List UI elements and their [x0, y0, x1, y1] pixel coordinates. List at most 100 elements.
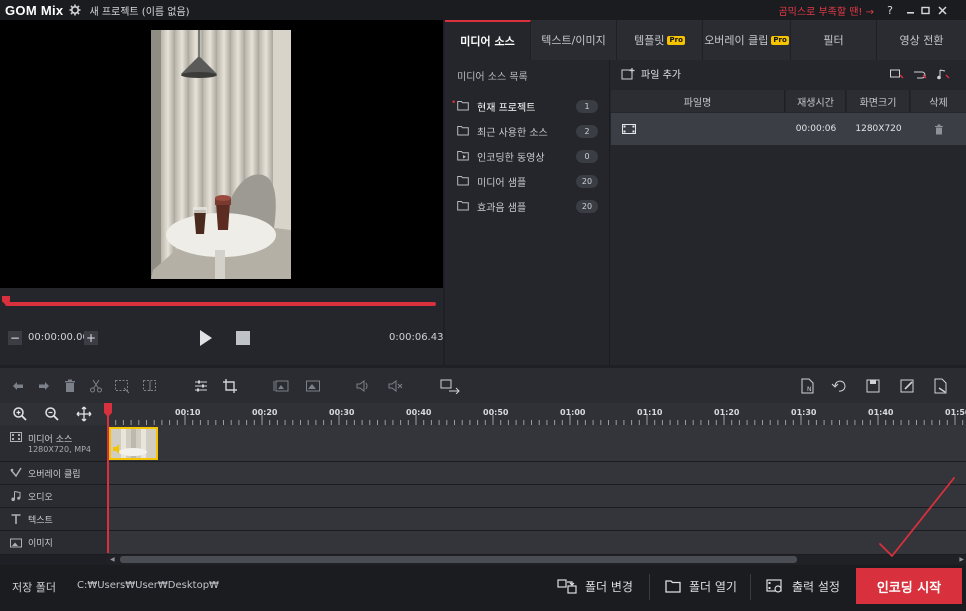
track-row-media[interactable] — [108, 425, 966, 462]
track-row-image[interactable] — [108, 531, 966, 555]
source-item-media-sample[interactable]: 미디어 샘플 20 — [445, 169, 610, 194]
seek-bar[interactable]: − 00:00:00.00 + 0:00:06.43 — [0, 288, 443, 365]
track-label: 오디오 — [28, 493, 53, 503]
zoom-out-icon[interactable] — [44, 406, 60, 422]
tab-text-image[interactable]: 텍스트/이미지 — [531, 20, 617, 60]
save-as-icon[interactable] — [899, 378, 915, 394]
source-item-count: 1 — [576, 100, 598, 113]
save-project-icon[interactable] — [865, 378, 881, 394]
stop-icon[interactable] — [236, 331, 250, 345]
insert-image-icon[interactable] — [305, 378, 321, 394]
track-row-text[interactable] — [108, 508, 966, 531]
column-header-size[interactable]: 화면크기 — [847, 90, 910, 112]
tab-template[interactable]: 템플릿 Pro — [617, 20, 703, 60]
delete-icon[interactable] — [62, 378, 78, 394]
undo-icon[interactable] — [10, 378, 26, 394]
maximize-icon — [920, 6, 930, 14]
change-folder-icon — [557, 579, 577, 594]
minimize-icon — [906, 11, 914, 14]
column-header-filename[interactable]: 파일명 — [611, 90, 785, 112]
media-clip[interactable] — [109, 427, 158, 460]
file-row[interactable]: 00:00:06 1280X720 — [611, 113, 966, 145]
source-list: 미디어 소스 목록 • 현재 프로젝트 1 최근 사용한 소스 2 인코딩한 동… — [445, 60, 610, 365]
select-region-icon[interactable] — [114, 378, 130, 394]
text-icon — [11, 514, 21, 524]
folder-icon — [457, 176, 469, 186]
tab-label: 텍스트/이미지 — [541, 34, 606, 47]
add-video-icon[interactable] — [890, 69, 904, 80]
track-label-media[interactable]: 미디어 소스 1280X720, MP4 — [0, 425, 108, 462]
upgrade-notice-link[interactable]: 곰믹스로 부족할 땐! → — [778, 3, 874, 18]
source-item-label: 인코딩한 동영상 — [477, 153, 545, 164]
open-folder-label: 폴더 열기 — [689, 579, 737, 594]
add-music-icon[interactable] — [936, 69, 950, 80]
close-button[interactable] — [934, 2, 950, 18]
ruler-label: 00:30 — [329, 408, 355, 417]
tab-label: 필터 — [823, 34, 844, 47]
delete-file-button[interactable] — [911, 113, 966, 145]
source-item-current-project[interactable]: • 현재 프로젝트 1 — [445, 94, 610, 119]
column-header-duration[interactable]: 재생시간 — [786, 90, 846, 112]
redo-icon[interactable] — [36, 378, 52, 394]
track-row-audio[interactable] — [108, 485, 966, 508]
track-row-overlay[interactable] — [108, 462, 966, 485]
zoom-in-icon[interactable] — [12, 406, 28, 422]
tab-transition[interactable]: 영상 전환 — [877, 20, 966, 60]
source-item-encoded[interactable]: 인코딩한 동영상 0 — [445, 144, 610, 169]
mute-icon[interactable] — [387, 378, 403, 394]
close-icon — [937, 5, 947, 15]
change-folder-button[interactable]: 폴더 변경 — [557, 565, 633, 607]
gear-icon[interactable] — [69, 4, 81, 16]
open-project-icon[interactable] — [831, 378, 847, 394]
seek-track[interactable] — [5, 302, 436, 306]
open-folder-button[interactable]: 폴더 열기 — [665, 565, 737, 607]
divider — [750, 574, 751, 600]
column-header-delete: 삭제 — [911, 90, 966, 112]
insert-image-left-icon[interactable] — [273, 378, 289, 394]
tab-media-source[interactable]: 미디어 소스 — [445, 20, 531, 60]
maximize-button[interactable] — [917, 2, 933, 18]
output-settings-icon — [766, 578, 782, 593]
ruler-label: 00:10 — [175, 408, 201, 417]
ruler-label: 00:50 — [483, 408, 509, 417]
tab-overlay-clip[interactable]: 오버레이 클립 Pro — [703, 20, 791, 60]
playhead-line[interactable] — [107, 403, 109, 553]
timecode-increment-button[interactable]: + — [84, 331, 98, 345]
source-item-sfx-sample[interactable]: 효과음 샘플 20 — [445, 194, 610, 219]
video-preview[interactable]: − 00:00:00.00 + 0:00:06.43 — [0, 20, 443, 365]
timecode-decrement-button[interactable]: − — [8, 331, 22, 345]
title-bar: GOM Mix 새 프로젝트 (이름 없음) 곰믹스로 부족할 땐! → ? — [0, 0, 966, 20]
file-size: 1280X720 — [855, 124, 902, 134]
split-clip-icon[interactable] — [142, 378, 158, 394]
track-label-text[interactable]: 텍스트 — [0, 508, 108, 531]
film-icon — [622, 124, 636, 134]
timeline-scrollbar-thumb[interactable] — [120, 556, 797, 563]
bottom-bar: 저장 폴더 C:₩Users₩User₩Desktop₩ 폴더 변경 폴더 열기… — [0, 565, 966, 611]
play-icon[interactable] — [199, 329, 213, 347]
pro-badge: Pro — [667, 35, 685, 45]
track-label-image[interactable]: 이미지 — [0, 531, 108, 555]
encode-start-button[interactable]: 인코딩 시작 — [856, 568, 962, 604]
trash-icon — [934, 124, 943, 134]
track-label-audio[interactable]: 오디오 — [0, 485, 108, 508]
crop-icon[interactable] — [222, 378, 238, 394]
folder-icon — [665, 580, 681, 593]
source-item-label: 미디어 샘플 — [477, 178, 527, 189]
audio-extract-icon[interactable] — [440, 378, 460, 394]
cut-icon[interactable] — [88, 378, 104, 394]
add-transition-icon[interactable] — [913, 69, 927, 80]
export-project-icon[interactable] — [933, 378, 949, 394]
minimize-button[interactable] — [902, 2, 918, 18]
track-label-overlay[interactable]: 오버레이 클립 — [0, 462, 108, 485]
source-item-recent[interactable]: 최근 사용한 소스 2 — [445, 119, 610, 144]
add-file-button[interactable]: 파일 추가 — [621, 66, 681, 81]
timeline-ruler[interactable]: 00:10 00:20 00:30 00:40 00:50 01:00 01:1… — [0, 403, 966, 425]
help-button[interactable]: ? — [882, 2, 898, 18]
adjust-icon[interactable] — [193, 378, 209, 394]
scroll-left-icon[interactable]: ◀ — [110, 556, 115, 563]
fit-timeline-icon[interactable] — [76, 406, 92, 422]
output-settings-button[interactable]: 출력 설정 — [766, 565, 840, 607]
volume-icon[interactable] — [355, 378, 371, 394]
new-project-icon[interactable]: N — [800, 378, 816, 394]
tab-filter[interactable]: 필터 — [791, 20, 877, 60]
